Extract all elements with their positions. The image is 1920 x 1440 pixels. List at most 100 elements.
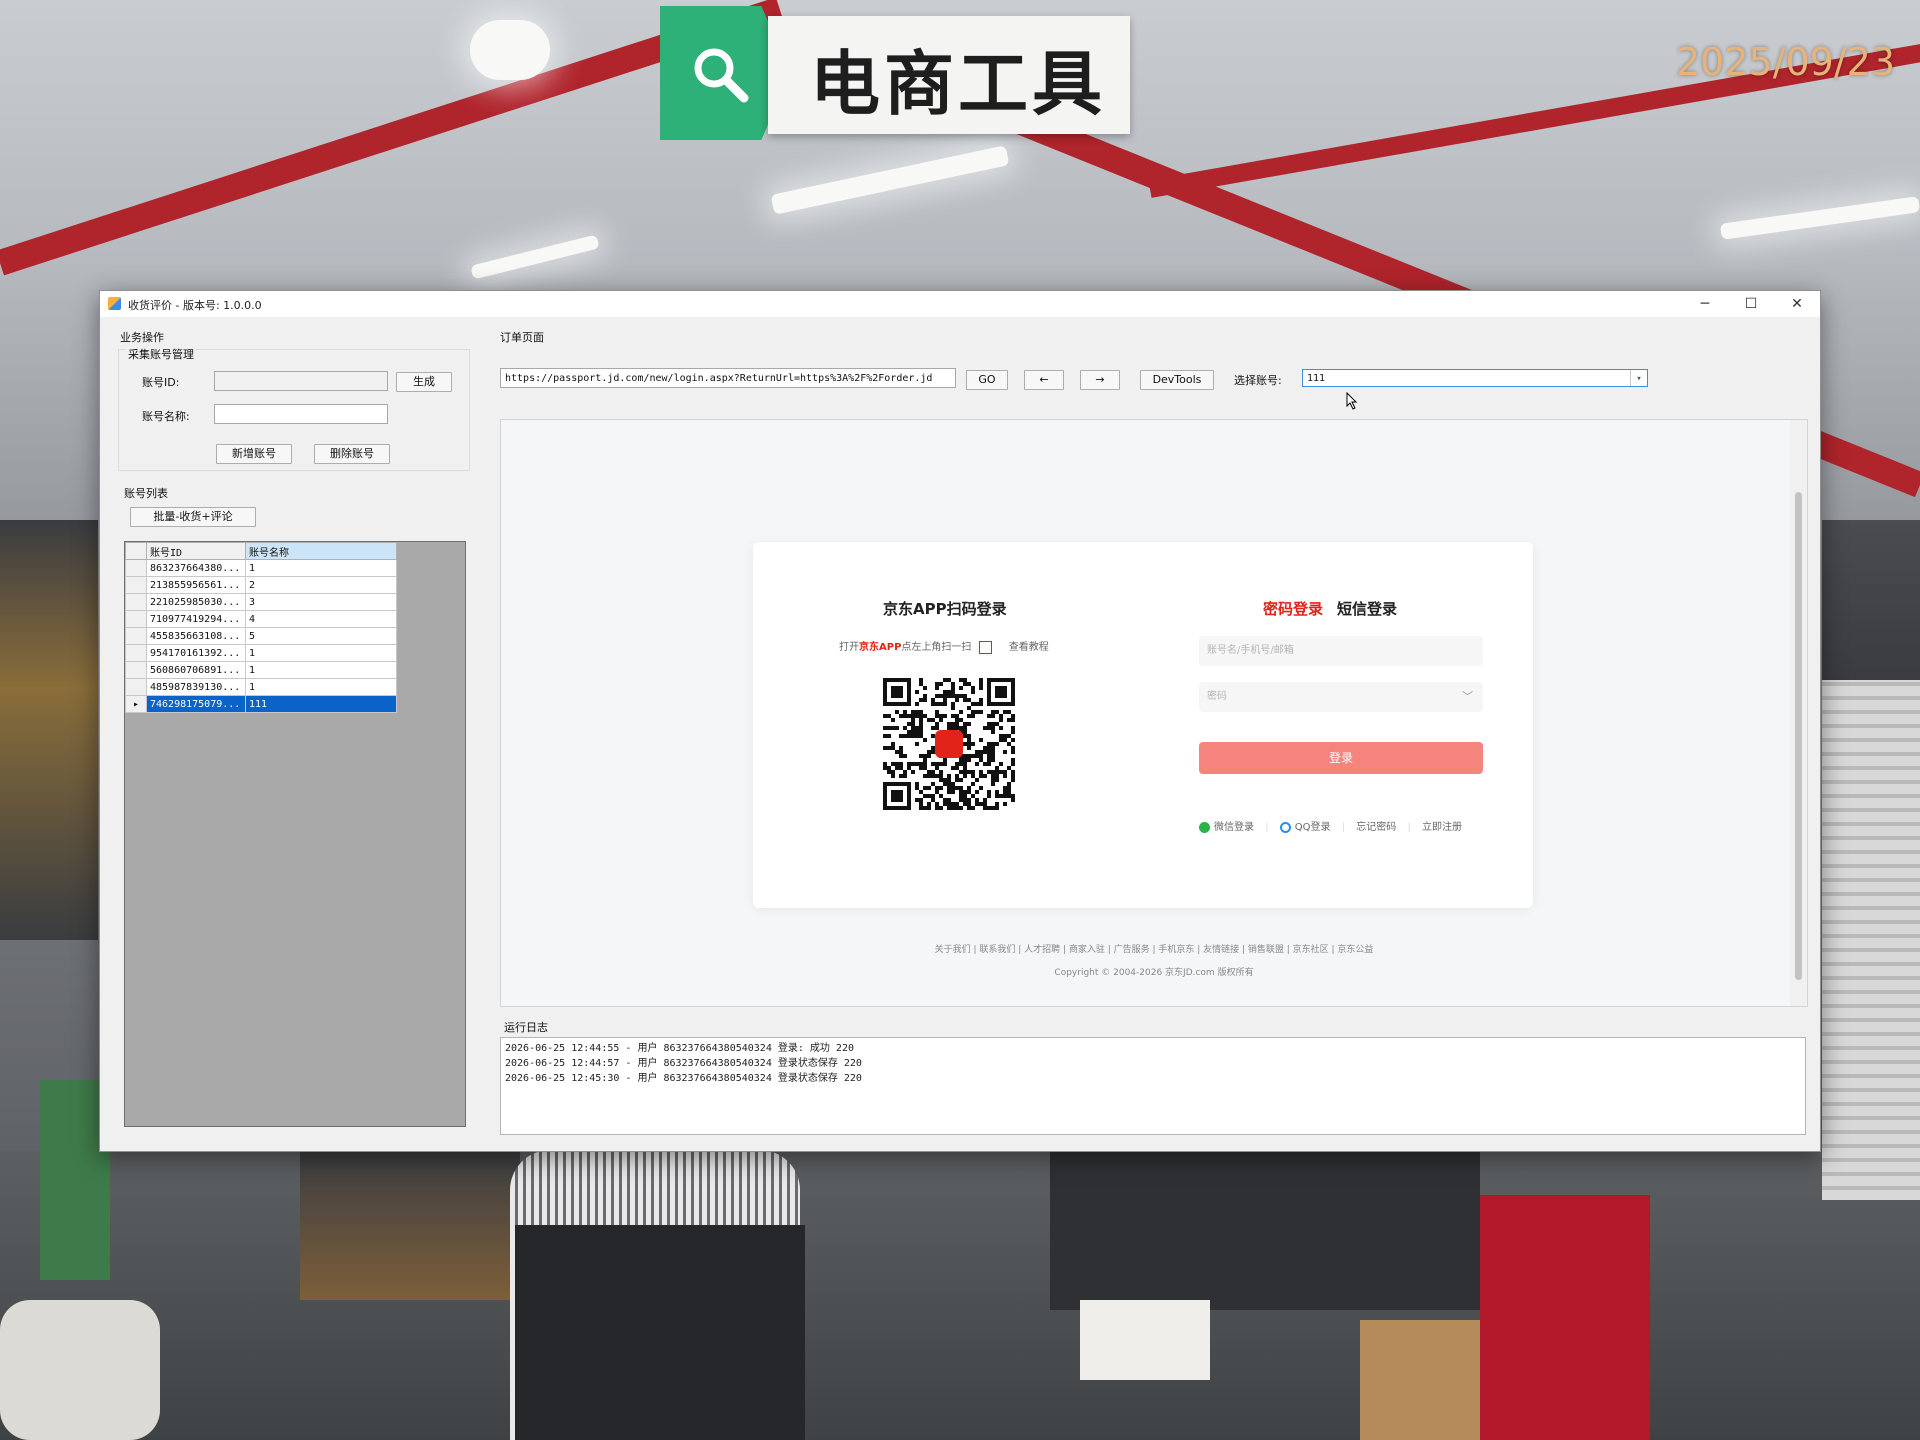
login-links: 微信登录 | QQ登录 | 忘记密码 | 立即注册 [1199, 818, 1462, 833]
page-copyright: Copyright © 2004-2026 京东JD.com 版权所有 [1054, 968, 1254, 978]
chevron-down-icon[interactable]: ▾ [1630, 370, 1647, 386]
browser-scrollbar[interactable] [1790, 420, 1807, 1006]
cell-account-name[interactable]: 1 [245, 644, 397, 662]
row-header[interactable] [125, 559, 147, 577]
delete-account-button[interactable]: 删除账号 [314, 444, 390, 464]
row-header[interactable] [125, 644, 147, 662]
devtools-button[interactable]: DevTools [1140, 370, 1214, 390]
login-tabs: 密码登录 短信登录 [1263, 598, 1397, 619]
cell-account-id[interactable]: 560860706891... [146, 661, 246, 679]
register-link[interactable]: 立即注册 [1422, 822, 1462, 833]
row-header[interactable] [125, 661, 147, 679]
ceiling-lamp [1719, 196, 1920, 240]
cell-account-name[interactable]: 1 [245, 559, 397, 577]
password-input[interactable]: 密码 ﹀ [1199, 682, 1483, 712]
cell-account-id[interactable]: 485987839130... [146, 678, 246, 696]
tab-sms-login[interactable]: 短信登录 [1337, 600, 1397, 618]
forgot-password-link[interactable]: 忘记密码 [1356, 822, 1396, 833]
page-footer-links[interactable]: 关于我们 | 联系我们 | 人才招聘 | 商家入驻 | 广告服务 | 手机京东 … [501, 942, 1807, 955]
scan-icon [978, 640, 992, 654]
eye-toggle-icon[interactable]: ﹀ [1462, 682, 1473, 712]
go-button[interactable]: GO [966, 370, 1008, 390]
table-row[interactable]: 213855956561... 2 [125, 576, 397, 594]
row-header[interactable] [125, 678, 147, 696]
embedded-browser[interactable]: 京东APP扫码登录 打开京东APP点左上角扫一扫 查看教程 密码登录 短信登录 账… [500, 419, 1808, 1007]
account-grid[interactable]: 账号ID 账号名称 863237664380... 1 213855956561..… [124, 541, 466, 1127]
batch-receive-review-button[interactable]: 批量-收货+评论 [130, 507, 256, 527]
cell-account-name[interactable]: 2 [245, 576, 397, 594]
title-bar[interactable]: 收货评价 - 版本号: 1.0.0.0 ─ ☐ ✕ [100, 291, 1820, 317]
table-row[interactable]: 455835663108... 5 [125, 627, 397, 645]
forward-button[interactable]: → [1080, 370, 1120, 390]
cell-account-name[interactable]: 1 [245, 661, 397, 679]
cell-account-id[interactable]: 746298175079... [146, 695, 246, 713]
password-placeholder: 密码 [1207, 691, 1227, 702]
cell-account-id[interactable]: 221025985030... [146, 593, 246, 611]
search-icon [694, 48, 749, 103]
shelf [1050, 1150, 1480, 1310]
close-button[interactable]: ✕ [1774, 291, 1820, 317]
account-name-field[interactable] [214, 404, 388, 424]
cell-account-id[interactable]: 213855956561... [146, 576, 246, 594]
row-header[interactable]: ▸ [125, 695, 147, 713]
run-log[interactable]: 2026-06-25 12:44:55 - 用户 863237664380540… [500, 1037, 1806, 1135]
table-row[interactable]: 954170161392... 1 [125, 644, 397, 662]
tab-password-login[interactable]: 密码登录 [1263, 600, 1323, 618]
business-section-title: 业务操作 [120, 331, 164, 344]
qr-hint-suffix: 点左上角扫一扫 [901, 642, 972, 653]
banner-title: 电商工具 [810, 43, 1106, 125]
cell-account-name[interactable]: 3 [245, 593, 397, 611]
grid-corner [125, 542, 147, 560]
cell-account-name[interactable]: 5 [245, 627, 397, 645]
log-section-title: 运行日志 [504, 1021, 548, 1034]
row-header[interactable] [125, 593, 147, 611]
table-row[interactable]: 485987839130... 1 [125, 678, 397, 696]
url-field[interactable]: https://passport.jd.com/new/login.aspx?R… [500, 368, 956, 388]
cell-account-id[interactable]: 710977419294... [146, 610, 246, 628]
cell-account-id[interactable]: 455835663108... [146, 627, 246, 645]
wechat-login-link[interactable]: 微信登录 [1214, 822, 1254, 833]
username-input[interactable]: 账号名/手机号/邮箱 [1199, 636, 1483, 666]
ceiling-lamp [770, 145, 1010, 215]
table-row[interactable]: 863237664380... 1 [125, 559, 397, 577]
table-row[interactable]: 710977419294... 4 [125, 610, 397, 628]
table-row[interactable]: ▸ 746298175079... 111 [125, 695, 397, 713]
qr-help-link[interactable]: 查看教程 [1009, 642, 1049, 653]
generate-button[interactable]: 生成 [396, 372, 452, 392]
qr-login-hint: 打开京东APP点左上角扫一扫 查看教程 [839, 638, 1049, 654]
login-button[interactable]: 登录 [1199, 742, 1483, 774]
login-card: 京东APP扫码登录 打开京东APP点左上角扫一扫 查看教程 密码登录 短信登录 账… [753, 542, 1533, 908]
qr-hint-app: 京东APP [859, 642, 902, 653]
add-account-button[interactable]: 新增账号 [216, 444, 292, 464]
cell-account-id[interactable]: 954170161392... [146, 644, 246, 662]
cell-account-name[interactable]: 111 [245, 695, 397, 713]
cell-account-name[interactable]: 1 [245, 678, 397, 696]
table-row[interactable]: 560860706891... 1 [125, 661, 397, 679]
row-header[interactable] [125, 610, 147, 628]
column-header-account-id[interactable]: 账号ID [146, 542, 246, 560]
order-section-title: 订单页面 [500, 331, 544, 344]
row-header[interactable] [125, 627, 147, 645]
log-line: 2026-06-25 12:45:30 - 用户 863237664380540… [505, 1073, 862, 1084]
qq-icon [1279, 821, 1291, 833]
column-header-account-name[interactable]: 账号名称 [245, 542, 397, 560]
cell-account-id[interactable]: 863237664380... [146, 559, 246, 577]
ceiling-lamp [470, 20, 550, 80]
row-header[interactable] [125, 576, 147, 594]
maximize-button[interactable]: ☐ [1728, 291, 1774, 317]
sack [0, 1300, 160, 1440]
qr-hint-prefix: 打开 [839, 642, 859, 653]
cell-account-name[interactable]: 4 [245, 610, 397, 628]
app-window: 收货评价 - 版本号: 1.0.0.0 ─ ☐ ✕ 业务操作 采集账号管理 账号… [99, 290, 1821, 1152]
account-id-field[interactable] [214, 371, 388, 391]
scrollbar-thumb[interactable] [1795, 492, 1802, 980]
shelf [0, 520, 98, 940]
account-select[interactable]: 111 ▾ [1302, 369, 1648, 387]
red-cabinet [1480, 1195, 1650, 1440]
qr-code [883, 678, 1015, 810]
minimize-button[interactable]: ─ [1682, 291, 1728, 317]
account-select-label: 选择账号: [1234, 374, 1282, 387]
table-row[interactable]: 221025985030... 3 [125, 593, 397, 611]
qq-login-link[interactable]: QQ登录 [1295, 822, 1331, 833]
back-button[interactable]: ← [1024, 370, 1064, 390]
